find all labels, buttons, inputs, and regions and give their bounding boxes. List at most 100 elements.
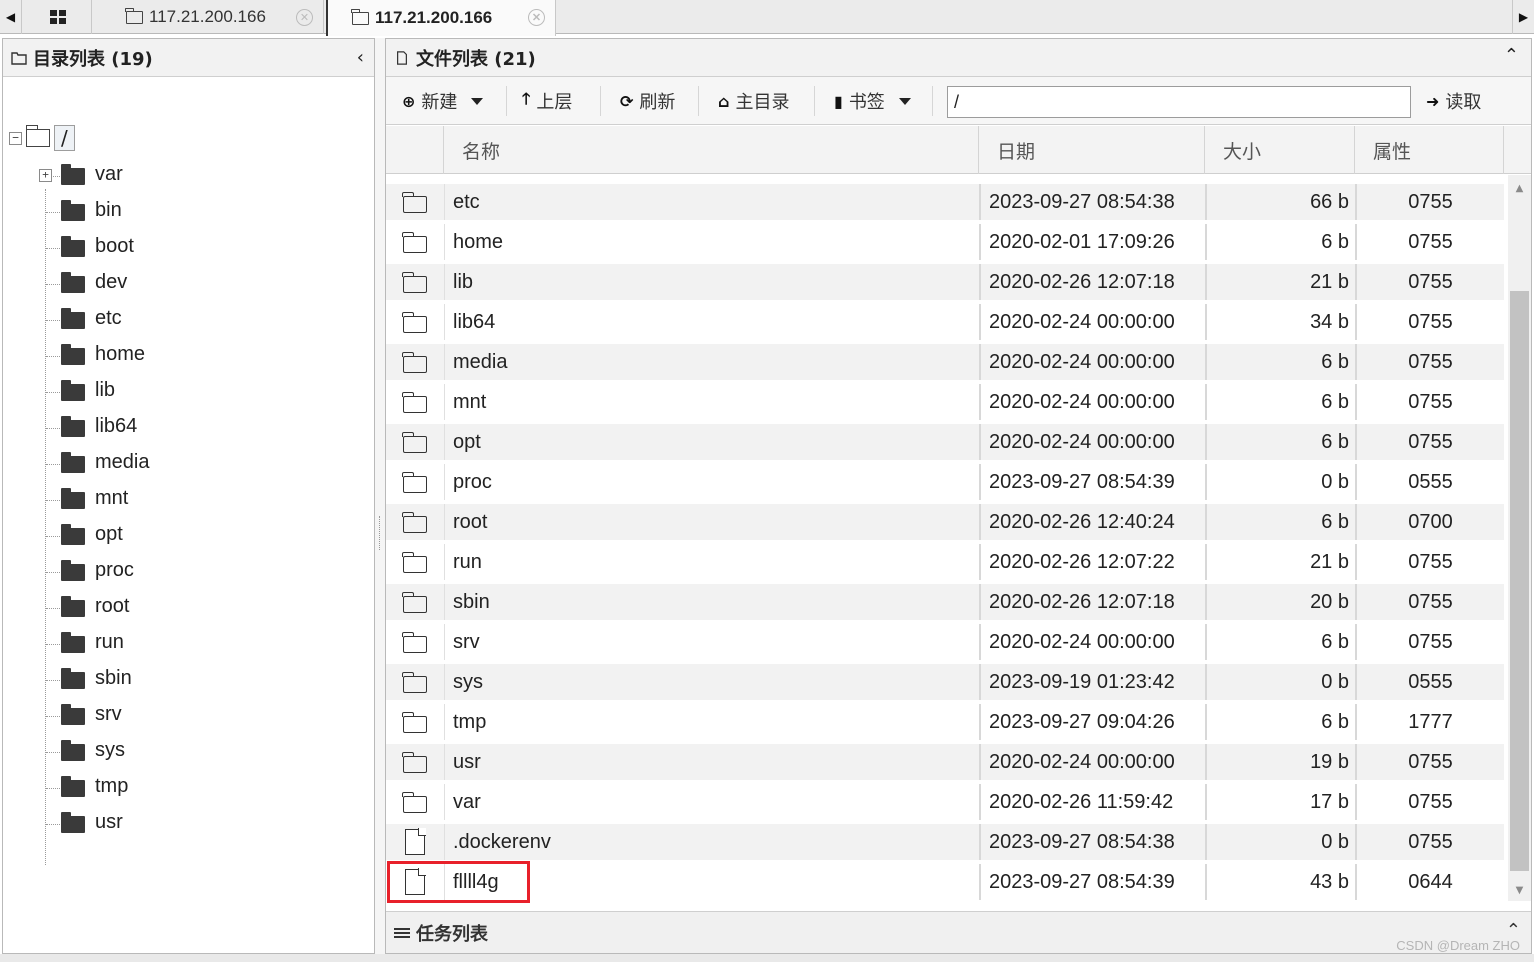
cell-name: sys: [444, 664, 978, 700]
scroll-up-icon[interactable]: ▲: [1508, 179, 1531, 197]
tree-item-label: opt: [95, 523, 123, 545]
file-row[interactable]: home 2020-02-01 17:09:26 6 b 0755: [386, 224, 1504, 260]
tree-guide-line: [45, 189, 46, 865]
bookmark-label: 书签: [848, 92, 885, 113]
folder-icon: [61, 668, 85, 689]
new-button[interactable]: ⊕ 新建: [402, 77, 484, 125]
file-table-header: 名称 日期 大小 属性: [386, 126, 1531, 174]
tree-item-label: srv: [95, 703, 122, 725]
tab-bar: ◀ 117.21.200.166 ✕ 117.21.200.166 ✕ ▶: [0, 0, 1534, 36]
cell-attr: 0755: [1355, 384, 1504, 420]
folder-icon: [61, 704, 85, 725]
column-header-date[interactable]: 日期: [979, 126, 1205, 174]
collapse-up-icon[interactable]: ⌃: [1504, 45, 1519, 66]
file-row[interactable]: lib64 2020-02-24 00:00:00 34 b 0755: [386, 304, 1504, 340]
file-row[interactable]: tmp 2023-09-27 09:04:26 6 b 1777: [386, 704, 1504, 740]
home-dir-button[interactable]: ⌂ 主目录: [718, 77, 789, 125]
task-list-header[interactable]: 任务列表 ⌃: [386, 911, 1531, 953]
file-row[interactable]: run 2020-02-26 12:07:22 21 b 0755: [386, 544, 1504, 580]
cell-name: var: [444, 784, 978, 820]
refresh-button[interactable]: ⟳ 刷新: [620, 77, 675, 125]
file-row[interactable]: lib 2020-02-26 12:07:18 21 b 0755: [386, 264, 1504, 300]
folder-icon: [402, 751, 427, 773]
file-row[interactable]: fllll4g 2023-09-27 08:54:39 43 b 0644: [386, 861, 1504, 903]
tree-root[interactable]: − /: [9, 125, 75, 151]
folder-icon: [351, 8, 369, 25]
cell-size: 34 b: [1205, 304, 1355, 340]
folder-open-icon: [25, 125, 50, 147]
file-row[interactable]: sys 2023-09-19 01:23:42 0 b 0555: [386, 664, 1504, 700]
path-input[interactable]: /: [947, 86, 1411, 118]
file-row[interactable]: sbin 2020-02-26 12:07:18 20 b 0755: [386, 584, 1504, 620]
cell-name: home: [444, 224, 978, 260]
cell-size: 66 b: [1205, 184, 1355, 220]
close-icon[interactable]: ✕: [528, 9, 545, 26]
grid-icon: [49, 10, 66, 24]
file-row[interactable]: proc 2023-09-27 08:54:39 0 b 0555: [386, 464, 1504, 500]
up-label: 上层: [536, 92, 573, 113]
scrollbar-thumb[interactable]: [1510, 291, 1529, 871]
file-row[interactable]: usr 2020-02-24 00:00:00 19 b 0755: [386, 744, 1504, 780]
directory-panel-header: 目录列表 (19) ‹: [3, 39, 374, 77]
panel-splitter[interactable]: [375, 38, 385, 954]
cell-attr: 0755: [1355, 544, 1504, 580]
cell-size: 6 b: [1205, 504, 1355, 540]
read-button[interactable]: ➜ 读取: [1426, 77, 1481, 125]
cell-name: media: [444, 344, 978, 380]
cell-date: 2020-02-26 12:07:22: [979, 544, 1205, 580]
tab-session-2[interactable]: 117.21.200.166 ✕: [326, 0, 556, 36]
file-toolbar: ⊕ 新建 🡑 上层 ⟳ 刷新 ⌂ 主目录 ▮ 书签 / ➜ 读取: [386, 77, 1531, 125]
cell-attr: 0755: [1355, 624, 1504, 660]
file-row[interactable]: root 2020-02-26 12:40:24 6 b 0700: [386, 504, 1504, 540]
file-row[interactable]: .dockerenv 2023-09-27 08:54:38 0 b 0755: [386, 824, 1504, 860]
file-row[interactable]: opt 2020-02-24 00:00:00 6 b 0755: [386, 424, 1504, 460]
panel-title: 目录列表 (19): [33, 48, 153, 70]
cell-attr: 0755: [1355, 304, 1504, 340]
vertical-scrollbar[interactable]: ▲ ▼: [1508, 175, 1531, 901]
cell-date: 2020-02-24 00:00:00: [979, 424, 1205, 460]
close-icon[interactable]: ✕: [296, 9, 313, 26]
chevron-down-icon: [471, 97, 484, 105]
cell-name: opt: [444, 424, 978, 460]
tree-root-label[interactable]: /: [54, 125, 75, 151]
tree-item-label: mnt: [95, 487, 129, 509]
cell-name: lib: [444, 264, 978, 300]
cell-date: 2023-09-19 01:23:42: [979, 664, 1205, 700]
cell-size: 19 b: [1205, 744, 1355, 780]
column-header-attr[interactable]: 属性: [1355, 126, 1504, 174]
column-header-size[interactable]: 大小: [1205, 126, 1355, 174]
collapse-left-icon[interactable]: ‹: [357, 47, 364, 68]
file-row[interactable]: media 2020-02-24 00:00:00 6 b 0755: [386, 344, 1504, 380]
folder-icon: [61, 272, 85, 293]
bookmark-button[interactable]: ▮ 书签: [834, 77, 911, 125]
column-header-name[interactable]: 名称: [444, 126, 979, 174]
tree-item-label: media: [95, 451, 150, 473]
file-row[interactable]: etc 2023-09-27 08:54:38 66 b 0755: [386, 184, 1504, 220]
folder-icon: [402, 271, 427, 293]
scroll-down-icon[interactable]: ▼: [1508, 881, 1531, 899]
file-row[interactable]: var 2020-02-26 11:59:42 17 b 0755: [386, 784, 1504, 820]
expand-toggle-icon[interactable]: +: [39, 169, 52, 182]
tab-scroll-left-button[interactable]: ◀: [0, 0, 22, 34]
folder-icon: [402, 511, 427, 533]
cell-date: 2023-09-27 08:54:38: [979, 824, 1205, 860]
arrow-right-icon: ➜: [1426, 91, 1440, 111]
file-panel: 文件列表 (21) ⌃ ⊕ 新建 🡑 上层 ⟳ 刷新 ⌂ 主目录 ▮ 书签 / …: [385, 38, 1532, 954]
file-row[interactable]: mnt 2020-02-24 00:00:00 6 b 0755: [386, 384, 1504, 420]
collapse-toggle-icon[interactable]: −: [9, 131, 22, 145]
cell-attr: 0644: [1355, 864, 1504, 900]
file-row[interactable]: srv 2020-02-24 00:00:00 6 b 0755: [386, 624, 1504, 660]
tab-overview[interactable]: [24, 0, 92, 34]
tab-scroll-right-button[interactable]: ▶: [1512, 0, 1534, 34]
parent-dir-button[interactable]: 🡑 上层: [522, 77, 572, 125]
new-label: 新建: [421, 92, 458, 113]
cell-attr: 0555: [1355, 664, 1504, 700]
cell-size: 0 b: [1205, 664, 1355, 700]
tab-session-1[interactable]: 117.21.200.166 ✕: [92, 0, 324, 34]
cell-size: 21 b: [1205, 544, 1355, 580]
folder-icon: [402, 351, 427, 373]
folder-icon: [402, 431, 427, 453]
folder-icon: [61, 560, 85, 581]
folder-icon: [402, 471, 427, 493]
plus-circle-icon: ⊕: [402, 91, 416, 111]
